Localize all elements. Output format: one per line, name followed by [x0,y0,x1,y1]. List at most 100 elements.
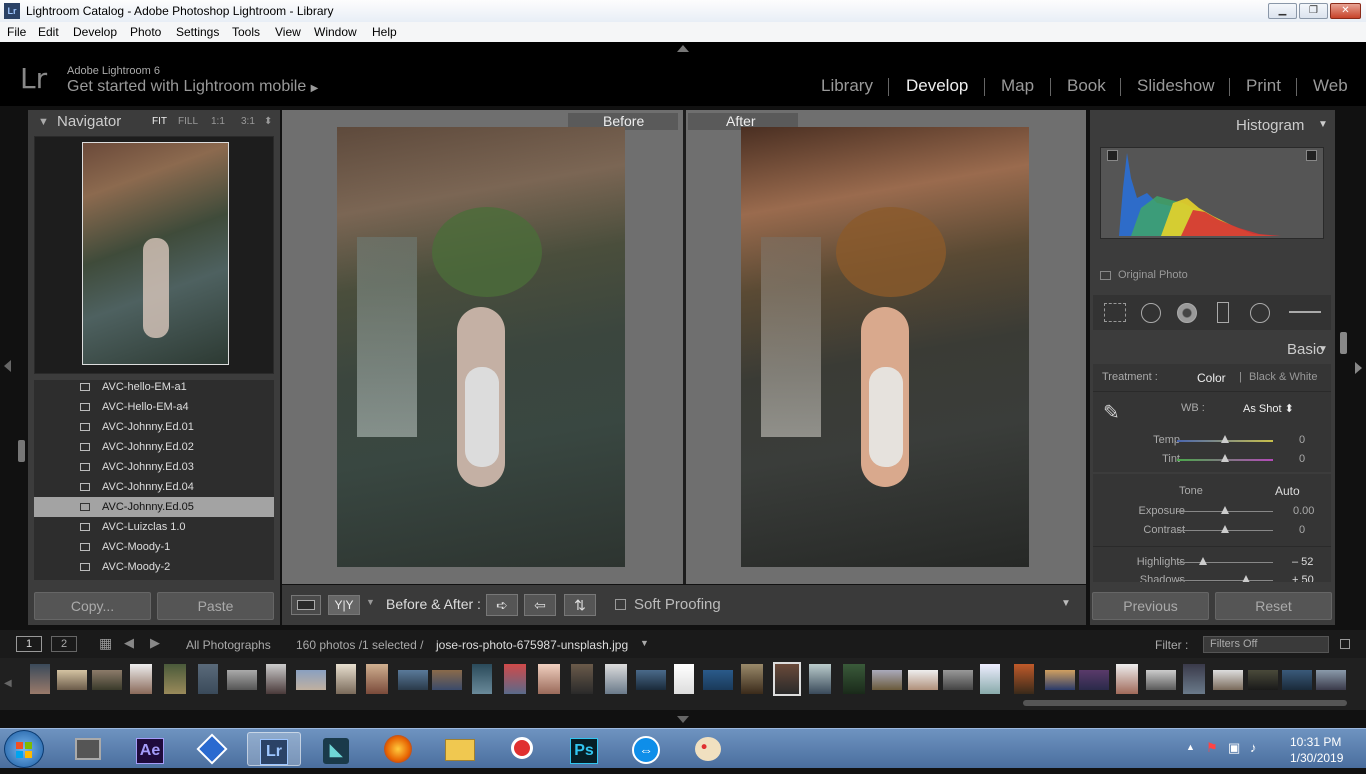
exposure-value[interactable]: 0.00 [1293,505,1314,517]
shadows-value[interactable]: + 50 [1292,574,1314,582]
reset-button[interactable]: Reset [1215,592,1332,620]
filmstrip-thumbnail[interactable] [741,664,763,694]
taskbar-lightroom[interactable]: Lr [247,732,301,766]
zoom-fit[interactable]: FIT [152,110,167,134]
after-photo[interactable] [741,127,1029,567]
zoom-1-1[interactable]: 1:1 [211,110,225,134]
swap-before-after-button[interactable]: ⇅ [564,594,596,616]
toolbar-options-icon[interactable]: ▼ [1061,598,1071,609]
filmstrip-thumbnail[interactable] [1213,670,1243,690]
taskbar-after-effects[interactable]: Ae [123,732,177,766]
collapse-bottom-arrow-icon[interactable] [677,716,689,723]
filmstrip-thumbnail[interactable] [809,664,831,694]
filmstrip-thumbnail[interactable] [872,670,902,690]
tint-value[interactable]: 0 [1299,453,1305,465]
copy-after-to-before-button[interactable]: ⇦ [524,594,556,616]
menu-window[interactable]: Window [314,22,357,42]
preset-item[interactable]: AVC-Moody-2 [34,557,274,577]
navigator-preview[interactable] [34,136,274,374]
close-button[interactable]: ✕ [1330,3,1361,19]
adjustment-brush-icon[interactable] [1289,311,1321,313]
spot-removal-tool-icon[interactable] [1141,303,1161,323]
wb-eyedropper-icon[interactable]: ✎ [1103,400,1120,425]
before-photo[interactable] [337,127,625,567]
histogram-chart[interactable] [1100,147,1324,239]
menu-settings[interactable]: Settings [176,22,219,42]
left-panel-toggle-icon[interactable] [4,360,11,372]
zoom-3-1[interactable]: 3:1 [241,110,255,134]
menu-tools[interactable]: Tools [232,22,260,42]
radial-filter-icon[interactable] [1250,303,1270,323]
taskbar-filmora[interactable]: ◣ [309,732,363,766]
action-center-icon[interactable]: ⚑ [1206,740,1218,756]
filmstrip-thumbnail-selected[interactable] [773,662,801,696]
filmstrip-thumbnail[interactable] [538,664,560,694]
preset-item[interactable]: AVC-Luizclas 1.0 [34,517,274,537]
graduated-filter-icon[interactable] [1217,302,1229,323]
collapse-top-arrow-icon[interactable] [677,45,689,52]
wb-dropdown[interactable]: As Shot ⬍ [1243,402,1294,415]
module-book[interactable]: Book [1067,76,1106,96]
taskbar-file-explorer[interactable] [433,732,487,766]
taskbar-photoshop[interactable]: Ps [557,732,611,766]
filmstrip-thumbnail[interactable] [1116,664,1138,694]
filter-dropdown[interactable]: Filters Off [1203,636,1329,653]
shadows-slider-track[interactable] [1177,580,1273,581]
before-after-view-button[interactable]: Y|Y [328,595,360,615]
right-scrollbar[interactable] [1340,332,1347,354]
filmstrip-thumbnail[interactable] [674,664,694,694]
zoom-dropdown-icon[interactable]: ⬍ [264,110,272,134]
copy-settings-button[interactable]: Copy... [34,592,151,620]
clock-time[interactable]: 10:31 PM [1290,735,1341,749]
filmstrip-thumbnail[interactable] [227,670,257,690]
preset-item[interactable]: AVC-Moody-1 [34,537,274,557]
paste-settings-button[interactable]: Paste [157,592,274,620]
clock-date[interactable]: 1/30/2019 [1290,751,1343,765]
view-mode-dropdown-icon[interactable]: ▼ [366,597,375,607]
filmstrip-thumbnail[interactable] [164,664,186,694]
filmstrip-thumbnail[interactable] [366,664,388,694]
histogram-collapse-icon[interactable]: ▼ [1318,119,1328,130]
filmstrip-thumbnail[interactable] [1316,670,1346,690]
original-photo-checkbox[interactable] [1100,271,1111,280]
filmstrip-thumbnail[interactable] [1282,670,1312,690]
filmstrip-thumbnail[interactable] [980,664,1000,694]
filmstrip-thumbnail[interactable] [1079,670,1109,690]
taskbar-teamviewer[interactable]: ⇔ [619,732,673,766]
taskbar-movie-maker[interactable] [61,732,115,766]
filmstrip-thumbnail[interactable] [1014,664,1034,694]
red-eye-tool-icon[interactable] [1177,303,1197,323]
menu-edit[interactable]: Edit [38,22,59,42]
source-label[interactable]: All Photographs [186,638,271,652]
right-panel-toggle-icon[interactable] [1355,362,1362,374]
shadows-slider-handle[interactable] [1242,575,1250,582]
treatment-color[interactable]: Color [1197,371,1226,385]
preset-item[interactable]: AVC-Johnny.Ed.03 [34,457,274,477]
filmstrip-thumbnail[interactable] [432,670,462,690]
filmstrip-thumbnail[interactable] [398,670,428,690]
filmstrip-thumbnail[interactable] [605,664,627,694]
filmstrip-thumbnail[interactable] [130,664,152,694]
filmstrip-thumbnail[interactable] [92,670,122,690]
highlights-slider-handle[interactable] [1199,557,1207,565]
primary-display-button[interactable]: 1 [16,636,42,652]
contrast-value[interactable]: 0 [1299,524,1305,536]
forward-arrow-icon[interactable]: ▶ [150,635,160,651]
preset-item[interactable]: AVC-hello-EM-a1 [34,380,274,397]
taskbar-paint[interactable] [681,732,735,766]
copy-before-to-after-button[interactable]: ➪ [486,594,518,616]
filmstrip-thumbnail[interactable] [571,664,593,694]
crop-tool-icon[interactable] [1104,303,1126,322]
minimize-button[interactable]: ▁ [1268,3,1297,19]
filmstrip-thumbnail[interactable] [1045,670,1075,690]
current-filename[interactable]: jose-ros-photo-675987-unsplash.jpg [436,638,628,652]
previous-button[interactable]: Previous [1092,592,1209,620]
volume-icon[interactable]: ♪ [1250,740,1257,755]
loupe-view-button[interactable] [291,595,321,615]
preset-item[interactable]: AVC-Johnny.Ed.01 [34,417,274,437]
filmstrip-thumbnail[interactable] [30,664,50,694]
highlights-value[interactable]: – 52 [1292,556,1313,568]
module-slideshow[interactable]: Slideshow [1137,76,1215,96]
tint-slider-handle[interactable] [1221,454,1229,462]
network-icon[interactable]: ▣ [1228,740,1240,756]
